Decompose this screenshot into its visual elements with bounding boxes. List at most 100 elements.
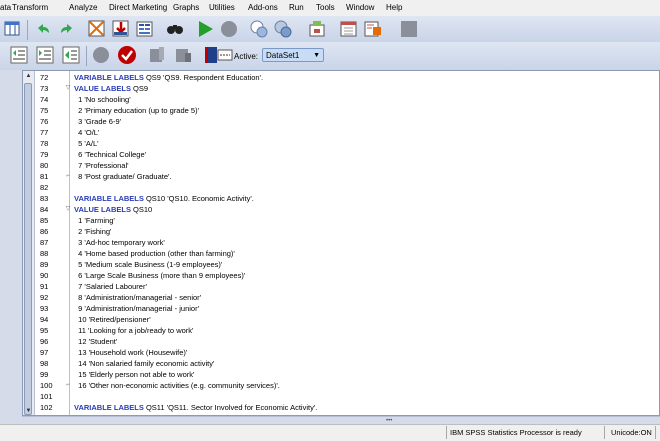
code-content: 5 'A/L' (74, 139, 99, 148)
goto-case-icon[interactable] (86, 18, 108, 40)
code-text: VALUE LABELS QS10 (74, 204, 152, 215)
code-line[interactable]: 83 VARIABLE LABELS QS10 'QS10. Economic A… (23, 193, 659, 204)
active-dataset-value: DataSet1 (266, 51, 300, 60)
stop-icon[interactable] (218, 18, 240, 40)
menu-graphs[interactable]: Graphs (173, 3, 199, 12)
code-content: 2 'Fishing' (74, 227, 112, 236)
fold-marker-icon[interactable]: ▽ (65, 85, 71, 91)
code-content: QS11 'QS11. Sector Involved for Economic… (143, 403, 318, 412)
code-text: VARIABLE LABELS QS10 'QS10. Economic Act… (74, 193, 254, 204)
code-content: 2 'Primary education (up to grade 5)' (74, 106, 200, 115)
code-line[interactable]: 81 ⌐ 8 'Post graduate/ Graduate'. (23, 171, 659, 182)
menu-run[interactable]: Run (289, 3, 304, 12)
line-number: 98 (40, 359, 49, 368)
undo-icon[interactable] (32, 18, 54, 40)
code-content: 10 'Retired/pensioner' (74, 315, 151, 324)
code-line[interactable]: 88 4 'Home based production (other than … (23, 248, 659, 259)
line-number: 86 (40, 227, 49, 236)
next-bookmark-icon[interactable] (172, 44, 194, 66)
code-content: 9 'Administration/managerial - junior' (74, 304, 200, 313)
comment-icon[interactable] (60, 44, 82, 66)
split-file-icon[interactable] (134, 18, 156, 40)
code-line[interactable]: 89 5 'Medium scale Business (1-9 employe… (23, 259, 659, 270)
code-line[interactable]: 99 15 'Elderly person not able to work' (23, 369, 659, 380)
code-text: 6 'Large Scale Business (more than 9 emp… (74, 270, 245, 281)
gray-box-icon[interactable] (398, 18, 420, 40)
code-line[interactable]: 92 8 'Administration/managerial - senior… (23, 292, 659, 303)
menu-utilities[interactable]: Utilities (209, 3, 235, 12)
line-number: 100 (40, 381, 53, 390)
menu-addons[interactable]: Add-ons (248, 3, 278, 12)
line-number: 73 (40, 84, 49, 93)
indent-right-icon[interactable] (34, 44, 56, 66)
run-icon[interactable] (194, 18, 216, 40)
code-content: 13 'Household work (Housewife)' (74, 348, 188, 357)
code-line[interactable]: 97 13 'Household work (Housewife)' (23, 347, 659, 358)
line-number: 74 (40, 95, 49, 104)
fold-marker-icon[interactable]: ⌐ (65, 382, 71, 388)
spreadsheet-icon[interactable] (338, 18, 360, 40)
code-line[interactable]: 95 11 'Looking for a job/ready to work' (23, 325, 659, 336)
code-line[interactable]: 91 7 'Salaried Labourer' (23, 281, 659, 292)
code-line[interactable]: 72 VARIABLE LABELS QS9 'QS9. Respondent E… (23, 72, 659, 83)
code-line[interactable]: 86 2 'Fishing' (23, 226, 659, 237)
active-dataset-dropdown[interactable]: DataSet1 ▼ (262, 48, 324, 62)
code-text: 10 'Retired/pensioner' (74, 314, 151, 325)
code-line[interactable]: 76 3 'Grade 6-9' (23, 116, 659, 127)
data-editor-icon[interactable] (2, 18, 24, 40)
menu-tools[interactable]: Tools (316, 3, 335, 12)
code-line[interactable]: 82 (23, 182, 659, 193)
designate-window-icon[interactable] (306, 18, 328, 40)
code-text: 6 'Technical College' (74, 149, 146, 160)
code-line[interactable]: 94 10 'Retired/pensioner' (23, 314, 659, 325)
code-text: 8 'Administration/managerial - senior' (74, 292, 201, 303)
find-icon[interactable] (164, 18, 186, 40)
code-line[interactable]: 78 5 'A/L' (23, 138, 659, 149)
code-text: 13 'Household work (Housewife)' (74, 347, 187, 358)
syntax-help-icon[interactable] (248, 18, 270, 40)
code-text: 15 'Elderly person not able to work' (74, 369, 194, 380)
code-line[interactable]: 77 4 'O/L' (23, 127, 659, 138)
main-toolbar (0, 16, 660, 43)
code-line[interactable]: 93 9 'Administration/managerial - junior… (23, 303, 659, 314)
line-number: 76 (40, 117, 49, 126)
code-line[interactable]: 80 7 'Professional' (23, 160, 659, 171)
code-line[interactable]: 100 ⌐ 16 'Other non-economic activities (… (23, 380, 659, 391)
bookmark-icon[interactable] (146, 44, 168, 66)
line-number: 88 (40, 249, 49, 258)
redo-icon[interactable] (56, 18, 78, 40)
syntax-editor[interactable]: ▲ ▼ 72 VARIABLE LABELS QS9 'QS9. Responde… (22, 70, 660, 416)
code-line[interactable]: 75 2 'Primary education (up to grade 5)' (23, 105, 659, 116)
menu-window[interactable]: Window (346, 3, 374, 12)
line-number: 79 (40, 150, 49, 159)
fold-marker-icon[interactable]: ⌐ (65, 173, 71, 179)
code-line[interactable]: 90 6 'Large Scale Business (more than 9 … (23, 270, 659, 281)
code-content: 4 'O/L' (74, 128, 100, 137)
code-line[interactable]: 85 1 'Farming' (23, 215, 659, 226)
indent-left-icon[interactable] (8, 44, 30, 66)
menu-analyze[interactable]: Analyze (69, 3, 97, 12)
code-line[interactable]: 84 ▽ VALUE LABELS QS10 (23, 204, 659, 215)
menu-direct-marketing[interactable]: Direct Marketing (109, 3, 167, 12)
code-line[interactable]: 87 3 'Ad-hoc temporary work' (23, 237, 659, 248)
menu-help[interactable]: Help (386, 3, 402, 12)
fold-marker-icon[interactable]: ▽ (65, 206, 71, 212)
menu-data[interactable]: ata (0, 3, 11, 12)
code-line[interactable]: 101 (23, 391, 659, 402)
output-icon[interactable] (362, 18, 384, 40)
validate-icon[interactable] (116, 44, 138, 66)
code-line[interactable]: 73 ▽ VALUE LABELS QS9 (23, 83, 659, 94)
code-line[interactable]: 79 6 'Technical College' (23, 149, 659, 160)
insert-variable-icon[interactable] (110, 18, 132, 40)
syntax-keyword: VARIABLE LABELS (74, 73, 144, 82)
code-line[interactable]: 96 12 'Student' (23, 336, 659, 347)
variables-icon[interactable] (272, 18, 294, 40)
menu-transform[interactable]: Transform (12, 3, 48, 12)
code-text: VARIABLE LABELS QS11 'QS11. Sector Invol… (74, 402, 317, 413)
line-number: 83 (40, 194, 49, 203)
code-line[interactable]: 98 14 'Non salaried family economic acti… (23, 358, 659, 369)
code-content: 5 'Medium scale Business (1-9 employees)… (74, 260, 223, 269)
code-line[interactable]: 74 1 'No schooling' (23, 94, 659, 105)
code-line[interactable]: 102 VARIABLE LABELS QS11 'QS11. Sector In… (23, 402, 659, 413)
breakpoint-icon[interactable] (90, 44, 112, 66)
